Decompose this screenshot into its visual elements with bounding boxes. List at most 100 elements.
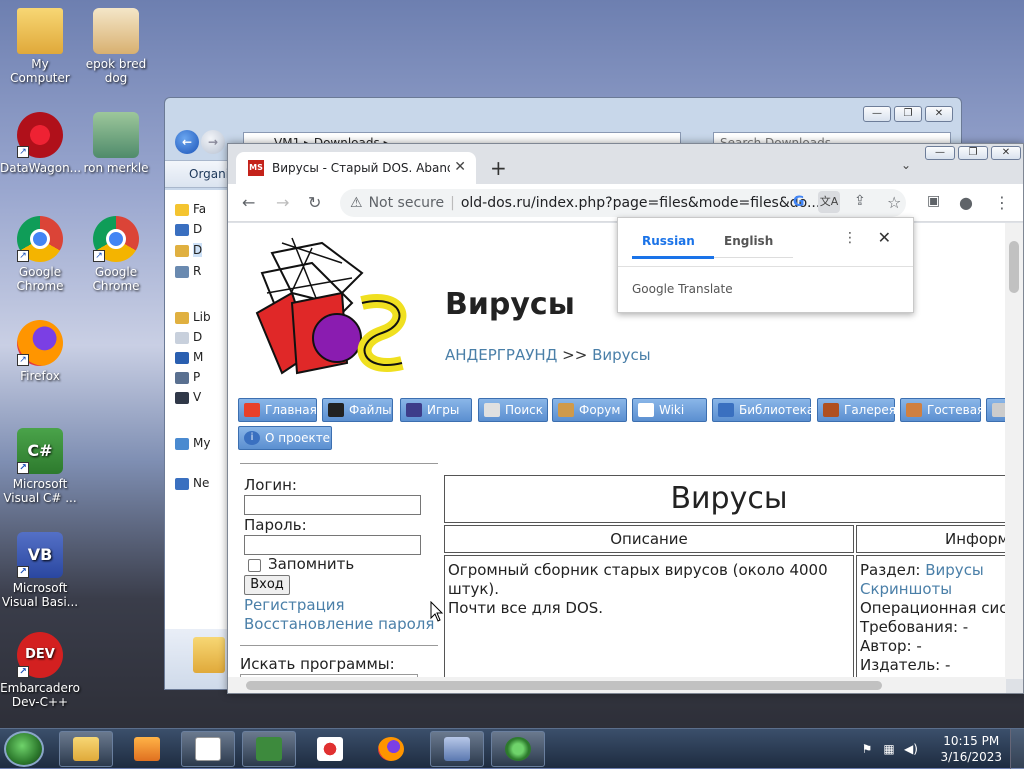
- chrome-icon: ↗: [17, 216, 63, 262]
- show-desktop-button[interactable]: [1010, 729, 1024, 769]
- horizontal-scrollbar[interactable]: [228, 677, 1006, 693]
- menu-gallery[interactable]: Галерея: [817, 398, 896, 422]
- chrome-window[interactable]: MS Вирусы - Старый DOS. Abandonware ✕ + …: [227, 143, 1024, 694]
- network-icon[interactable]: ▦: [882, 742, 896, 756]
- desktop-icon-dev-cpp[interactable]: DEV ↗ Embarcadero Dev-C++: [0, 632, 80, 709]
- menu-forum[interactable]: Форум: [552, 398, 627, 422]
- visual-csharp-icon: C# ↗: [17, 428, 63, 474]
- menu-guestbook[interactable]: Гостевая: [900, 398, 984, 422]
- nav-item-downloads[interactable]: D: [193, 243, 203, 257]
- taskbar-visual-csharp[interactable]: [242, 731, 296, 767]
- back-arrow-icon[interactable]: ←: [242, 193, 255, 212]
- desktop-icon-visual-csharp[interactable]: C# ↗ Microsoft Visual C# ...: [0, 428, 80, 505]
- user-icon: [558, 403, 574, 417]
- taskbar-media-player[interactable]: [120, 731, 174, 767]
- close-icon[interactable]: ✕: [878, 228, 891, 247]
- menu-links[interactable]: [986, 398, 1006, 422]
- vertical-scrollbar[interactable]: [1005, 223, 1023, 679]
- new-tab-button[interactable]: +: [490, 156, 507, 180]
- bookmark-star-icon[interactable]: ☆: [887, 193, 901, 212]
- taskbar-notepad[interactable]: [181, 731, 235, 767]
- desktop-icon-firefox[interactable]: ↗ Firefox: [0, 320, 80, 383]
- organize-button[interactable]: Organi: [189, 167, 229, 181]
- translate-target-language-tab[interactable]: English: [724, 234, 773, 248]
- register-link[interactable]: Регистрация: [244, 596, 345, 614]
- explorer-title-bar[interactable]: — ❐ ✕: [165, 98, 961, 128]
- horizontal-scrollbar-thumb[interactable]: [246, 681, 882, 690]
- maximize-button[interactable]: ❐: [894, 106, 922, 122]
- profile-avatar-icon[interactable]: ●: [959, 193, 973, 212]
- taskbar-firefox[interactable]: [364, 731, 418, 767]
- section-link[interactable]: Вирусы: [925, 561, 984, 579]
- taskbar-explorer[interactable]: [59, 731, 113, 767]
- nav-item-desktop[interactable]: D: [193, 222, 202, 236]
- breadcrumb-current-link[interactable]: Вирусы: [592, 346, 651, 364]
- program-search-label: Искать программы:: [240, 655, 395, 673]
- desktop-icon-visual-basic[interactable]: VB ↗ Microsoft Visual Basi...: [0, 532, 80, 609]
- flag-icon[interactable]: ⚑: [860, 742, 874, 756]
- menu-library[interactable]: Библиотека: [712, 398, 814, 422]
- taskbar-chrome[interactable]: [491, 731, 545, 767]
- nav-item-documents[interactable]: D: [193, 330, 202, 344]
- forward-button[interactable]: →: [201, 130, 225, 154]
- breadcrumb-root-link[interactable]: АНДЕРГРАУНД: [445, 346, 557, 364]
- menu-games[interactable]: Игры: [400, 398, 472, 422]
- translate-source-language-tab[interactable]: Russian: [642, 234, 695, 248]
- menu-wiki[interactable]: Wiki: [632, 398, 707, 422]
- close-button[interactable]: ✕: [925, 106, 953, 122]
- nav-item-videos[interactable]: V: [193, 390, 201, 404]
- vertical-scrollbar-thumb[interactable]: [1009, 241, 1019, 293]
- menu-search[interactable]: Поиск: [478, 398, 548, 422]
- nav-item-pictures[interactable]: P: [193, 370, 200, 384]
- desktop-icon-my-computer[interactable]: My Computer: [0, 8, 80, 85]
- explorer-details-pane: [165, 629, 229, 689]
- warning-triangle-icon: ⚠: [350, 195, 363, 211]
- reload-icon[interactable]: ↻: [308, 193, 321, 212]
- nav-favorites[interactable]: Fa: [193, 202, 206, 216]
- close-button[interactable]: ✕: [991, 146, 1021, 160]
- google-lens-icon[interactable]: G: [793, 194, 805, 210]
- minimize-button[interactable]: —: [863, 106, 891, 122]
- password-input[interactable]: [244, 535, 421, 555]
- desktop-icon-google-chrome-2[interactable]: ↗ Google Chrome: [76, 216, 156, 293]
- desktop-icon-label: Google Chrome: [16, 265, 64, 293]
- maximize-button[interactable]: ❐: [958, 146, 988, 160]
- taskbar-snipping-tool[interactable]: [303, 731, 357, 767]
- chrome-tab-active[interactable]: MS Вирусы - Старый DOS. Abandonware ✕: [236, 152, 476, 184]
- more-options-icon[interactable]: ⋮: [843, 230, 857, 246]
- desktop-icon-ron-merkle[interactable]: ron merkle: [76, 112, 156, 175]
- desktop-icon-datawagon[interactable]: ↗ DataWagon...: [0, 112, 81, 175]
- screenshots-link[interactable]: Скриншоты: [860, 580, 952, 598]
- desktop-icon-google-chrome-1[interactable]: ↗ Google Chrome: [0, 216, 80, 293]
- info-section-label: Раздел:: [860, 561, 921, 579]
- desktop-icon-epok-bred-dog[interactable]: epok bred dog: [76, 8, 156, 85]
- login-submit-button[interactable]: Вход: [244, 575, 290, 595]
- home-icon: [244, 403, 260, 417]
- side-panel-icon[interactable]: ▣: [927, 193, 940, 209]
- login-input[interactable]: [244, 495, 421, 515]
- nav-item-recent[interactable]: R: [193, 264, 201, 278]
- nav-libraries[interactable]: Lib: [193, 310, 211, 324]
- volume-icon[interactable]: ◀): [904, 742, 918, 756]
- nav-my-computer[interactable]: My: [193, 436, 210, 450]
- remember-checkbox[interactable]: [248, 559, 261, 572]
- clock[interactable]: 10:15 PM 3/16/2023: [940, 733, 1002, 765]
- nav-item-music[interactable]: M: [193, 350, 203, 364]
- start-button[interactable]: [4, 731, 44, 767]
- share-icon[interactable]: ⇪: [854, 193, 866, 209]
- minimize-button[interactable]: —: [925, 146, 955, 160]
- back-button[interactable]: ←: [175, 130, 199, 154]
- wiki-icon: [638, 403, 654, 417]
- translate-icon[interactable]: 文A: [818, 191, 840, 213]
- clock-time: 10:15 PM: [943, 734, 1000, 748]
- recover-password-link[interactable]: Восстановление пароля: [244, 615, 434, 633]
- nav-network[interactable]: Ne: [193, 476, 209, 490]
- tab-close-icon[interactable]: ✕: [454, 159, 466, 175]
- taskbar-vm-console[interactable]: [430, 731, 484, 767]
- tab-search-chevron-icon[interactable]: ⌄: [901, 158, 911, 172]
- forward-arrow-icon[interactable]: →: [276, 193, 289, 212]
- chrome-menu-icon[interactable]: ⋮: [994, 193, 1010, 212]
- menu-files[interactable]: Файлы: [322, 398, 393, 422]
- menu-home[interactable]: Главная: [238, 398, 317, 422]
- menu-about[interactable]: i О проекте: [238, 426, 332, 450]
